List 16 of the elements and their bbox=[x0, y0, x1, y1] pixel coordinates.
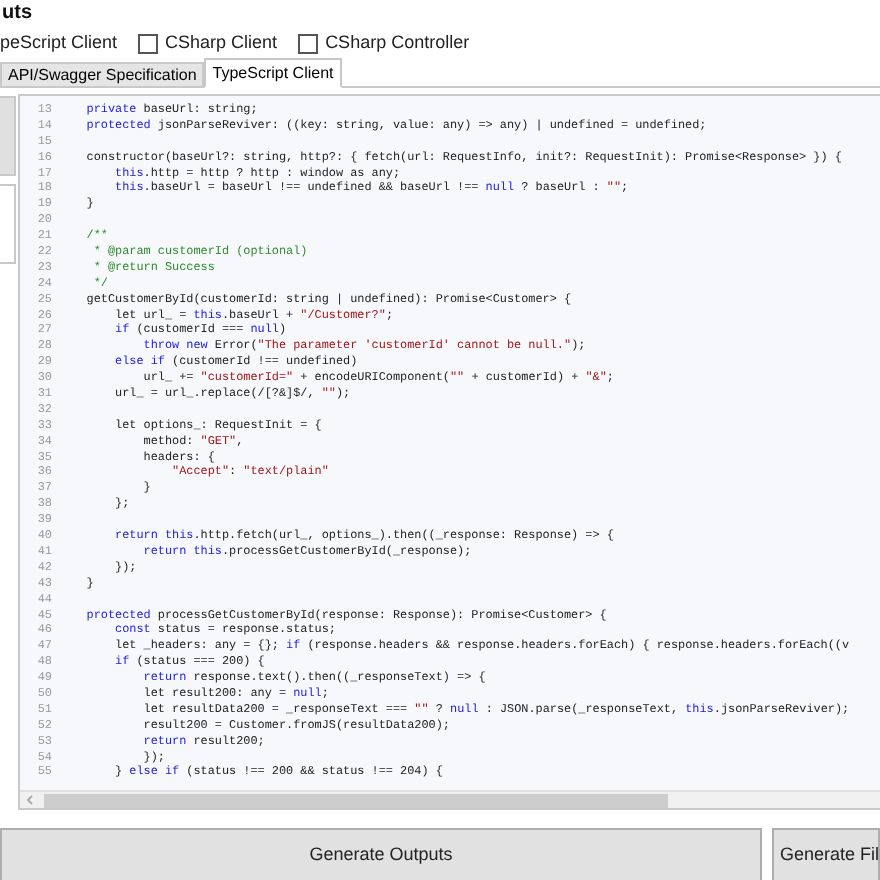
generate-button[interactable]: Generate Fil bbox=[772, 828, 880, 880]
checkbox-label[interactable]: CSharp Client bbox=[165, 30, 278, 58]
code-editor[interactable] bbox=[18, 94, 880, 810]
checkbox-label[interactable]: CSharp Controller bbox=[325, 30, 470, 58]
scroll-left-icon[interactable] bbox=[24, 794, 36, 806]
scrollbar-thumb[interactable] bbox=[44, 793, 668, 807]
checkbox-label[interactable]: peScript Client bbox=[0, 30, 118, 58]
checkbox[interactable] bbox=[297, 34, 318, 54]
horizontal-scrollbar[interactable] bbox=[20, 790, 880, 808]
side-tab[interactable] bbox=[0, 184, 16, 264]
tab[interactable]: API/Swagger Specification bbox=[0, 62, 205, 86]
checkbox[interactable] bbox=[137, 34, 158, 54]
section-heading: uts bbox=[0, 0, 32, 26]
side-tab[interactable] bbox=[0, 96, 16, 176]
generate-button[interactable]: Generate Outputs bbox=[0, 828, 762, 880]
tab[interactable]: TypeScript Client bbox=[204, 58, 342, 88]
